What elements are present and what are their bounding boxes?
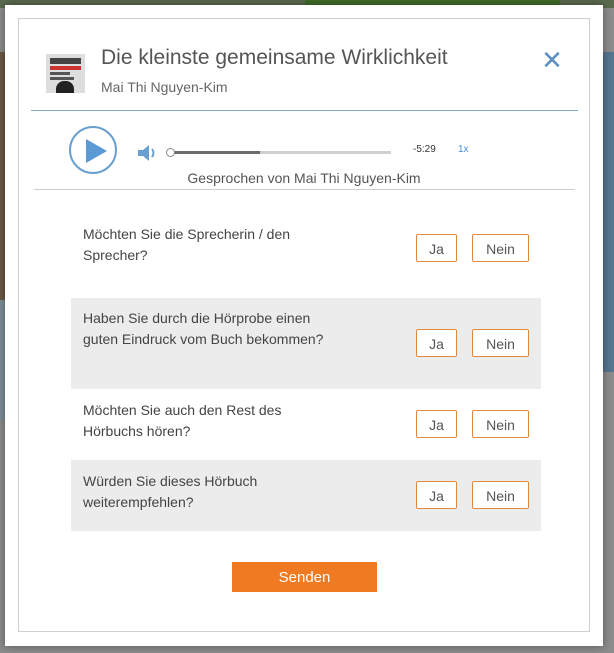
progress-knob[interactable] — [166, 148, 175, 157]
question-text: Möchten Sie auch den Rest des Hörbuchs h… — [83, 402, 282, 439]
yes-button[interactable]: Ja — [416, 410, 457, 438]
question-text: Möchten Sie die Sprecherin / den Spreche… — [83, 226, 291, 263]
play-icon — [86, 139, 107, 163]
narrator-label: Gesprochen von Mai Thi Nguyen-Kim — [187, 170, 421, 186]
player-divider — [34, 189, 575, 190]
volume-icon[interactable] — [137, 144, 159, 162]
question-text: Würden Sie dieses Hörbuch weiterempfehle… — [83, 473, 258, 510]
book-author: Mai Thi Nguyen-Kim — [101, 79, 228, 95]
time-remaining: -5:29 — [413, 144, 436, 155]
question-row: Würden Sie dieses Hörbuch weiterempfehle… — [71, 460, 541, 531]
dialog-header: Die kleinste gemeinsame Wirklichkeit Mai… — [19, 19, 589, 111]
book-title: Die kleinste gemeinsame Wirklichkeit — [101, 46, 448, 69]
question-row: Möchten Sie auch den Rest des Hörbuchs h… — [71, 389, 541, 460]
close-icon[interactable]: ✕ — [539, 47, 565, 73]
question-row: Möchten Sie die Sprecherin / den Spreche… — [71, 214, 541, 284]
question-list: Möchten Sie die Sprecherin / den Spreche… — [71, 214, 541, 531]
no-button[interactable]: Nein — [472, 481, 529, 509]
audio-player: -5:29 1x Gesprochen von Mai Thi Nguyen-K… — [19, 111, 589, 191]
dialog-frame: Die kleinste gemeinsame Wirklichkeit Mai… — [18, 18, 590, 632]
yes-button[interactable]: Ja — [416, 481, 457, 509]
no-button[interactable]: Nein — [472, 410, 529, 438]
yes-button[interactable]: Ja — [416, 329, 457, 357]
book-cover — [46, 54, 85, 93]
no-button[interactable]: Nein — [472, 329, 529, 357]
speed-button[interactable]: 1x — [458, 144, 469, 155]
no-button[interactable]: Nein — [472, 234, 529, 262]
yes-button[interactable]: Ja — [416, 234, 457, 262]
progress-track[interactable] — [166, 148, 391, 157]
question-text: Haben Sie durch die Hörprobe einen guten… — [83, 310, 324, 347]
question-row: Haben Sie durch die Hörprobe einen guten… — [71, 298, 541, 389]
progress-fill — [169, 151, 261, 154]
rating-dialog: Die kleinste gemeinsame Wirklichkeit Mai… — [5, 5, 603, 646]
play-button[interactable] — [69, 126, 117, 174]
submit-button[interactable]: Senden — [232, 562, 377, 592]
